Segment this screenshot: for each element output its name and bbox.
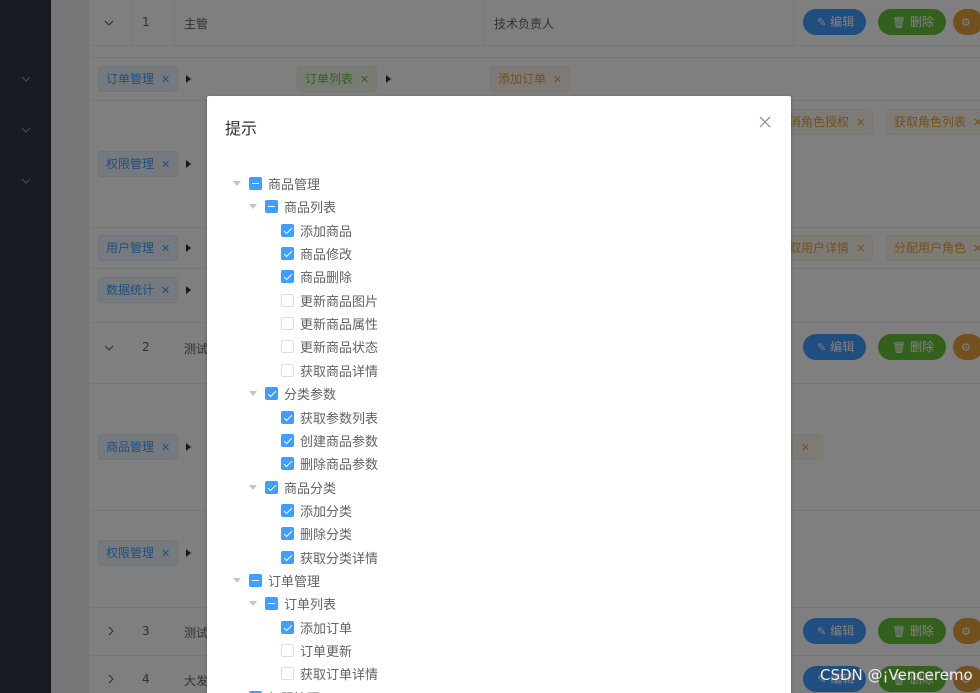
caret-down-icon[interactable] — [249, 484, 257, 490]
tree-checkbox[interactable] — [281, 550, 294, 564]
tree-checkbox[interactable] — [281, 433, 294, 447]
tree-node[interactable]: 订单更新 — [281, 639, 352, 661]
tree-node-label: 订单列表 — [284, 597, 337, 613]
tree-checkbox[interactable] — [265, 386, 278, 400]
tree-node[interactable]: 商品删除 — [281, 265, 352, 287]
tree-checkbox[interactable] — [281, 410, 294, 424]
tree-node[interactable]: 分类参数 — [249, 382, 336, 404]
permission-dialog: 提示 商品管理商品列表添加商品商品修改商品删除更新商品图片 更新商品属性 更新商品状… — [207, 96, 791, 693]
tree-node-label: 获取参数列表 — [300, 411, 379, 427]
tree-node-label: 获取商品详情 — [300, 364, 379, 380]
tree-node[interactable]: 获取订单详情 — [281, 662, 378, 684]
tree-node[interactable]: 商品分类 — [249, 476, 336, 498]
tree-node[interactable]: 获取分类详情 — [281, 546, 378, 568]
tree-checkbox[interactable] — [281, 246, 294, 260]
caret-down-icon[interactable] — [249, 203, 257, 209]
tree-node-label: 添加分类 — [300, 504, 353, 520]
tree-node-label: 获取订单详情 — [300, 667, 379, 683]
caret-down-icon[interactable] — [233, 180, 241, 186]
tree-checkbox[interactable] — [281, 293, 294, 307]
tree-node-label: 权限管理 — [268, 688, 320, 693]
tree-node[interactable]: 商品管理 — [233, 172, 320, 194]
tree-checkbox[interactable] — [281, 620, 294, 634]
tree-node-label: 添加订单 — [300, 621, 353, 637]
tree-node[interactable]: 商品列表 — [249, 195, 336, 217]
tree-node[interactable]: 订单管理 — [233, 569, 320, 591]
tree-node-label: 订单管理 — [268, 574, 321, 590]
tree-node[interactable]: 更新商品状态 — [281, 335, 378, 357]
tree-checkbox[interactable] — [281, 456, 294, 470]
tree-node[interactable]: 订单列表 — [249, 592, 336, 614]
tree-node-label: 更新商品状态 — [300, 340, 379, 356]
caret-down-icon[interactable] — [249, 390, 257, 396]
tree-node[interactable]: 获取商品详情 — [281, 359, 378, 381]
tree-checkbox[interactable] — [281, 339, 294, 353]
tree-node[interactable]: 添加商品 — [281, 219, 352, 241]
tree-checkbox[interactable] — [281, 643, 294, 657]
tree-node-label: 添加商品 — [300, 224, 353, 240]
tree-checkbox[interactable] — [265, 596, 278, 610]
tree-node-label: 商品分类 — [284, 481, 337, 497]
tree-node[interactable]: 更新商品图片 — [281, 289, 378, 311]
tree-node[interactable]: 更新商品属性 — [281, 312, 378, 334]
tree-checkbox[interactable] — [281, 666, 294, 680]
tree-node[interactable]: 获取参数列表 — [281, 406, 378, 428]
caret-down-icon[interactable] — [233, 577, 241, 583]
tree-node[interactable]: 权限管理 — [233, 686, 320, 693]
tree-checkbox[interactable] — [281, 526, 294, 540]
tree-node[interactable]: 添加订单 — [281, 616, 352, 638]
tree-node[interactable]: 删除分类 — [281, 522, 352, 544]
tree-checkbox[interactable] — [265, 199, 278, 213]
tree-checkbox[interactable] — [281, 269, 294, 283]
watermark: CSDN @¡Venceremo — [820, 666, 973, 684]
tree-node-label: 删除分类 — [300, 527, 353, 543]
close-icon[interactable] — [758, 115, 772, 129]
tree-node-label: 订单更新 — [300, 644, 353, 660]
tree-node-label: 分类参数 — [284, 387, 337, 403]
tree-node-label: 商品修改 — [300, 247, 353, 263]
dialog-title: 提示 — [225, 119, 258, 138]
caret-down-icon[interactable] — [249, 600, 257, 606]
tree-node[interactable]: 商品修改 — [281, 242, 352, 264]
tree-checkbox[interactable] — [281, 316, 294, 330]
tree-node-label: 创建商品参数 — [300, 434, 379, 450]
tree-node-label: 更新商品属性 — [300, 317, 379, 333]
tree-checkbox[interactable] — [281, 223, 294, 237]
tree-checkbox[interactable] — [249, 176, 262, 190]
tree-node-label: 更新商品图片 — [300, 294, 379, 310]
tree-node[interactable]: 添加分类 — [281, 499, 352, 521]
tree-node-label: 删除商品参数 — [300, 457, 379, 473]
tree-node-label: 商品列表 — [284, 200, 337, 216]
tree-checkbox[interactable] — [281, 363, 294, 377]
tree-checkbox[interactable] — [281, 503, 294, 517]
tree-checkbox[interactable] — [265, 480, 278, 494]
tree-node-label: 商品管理 — [268, 177, 321, 193]
tree-node[interactable]: 创建商品参数 — [281, 429, 378, 451]
tree-checkbox[interactable] — [249, 573, 262, 587]
tree-node-label: 商品删除 — [300, 270, 353, 286]
tree-node-label: 获取分类详情 — [300, 551, 379, 567]
tree-node[interactable]: 删除商品参数 — [281, 452, 378, 474]
